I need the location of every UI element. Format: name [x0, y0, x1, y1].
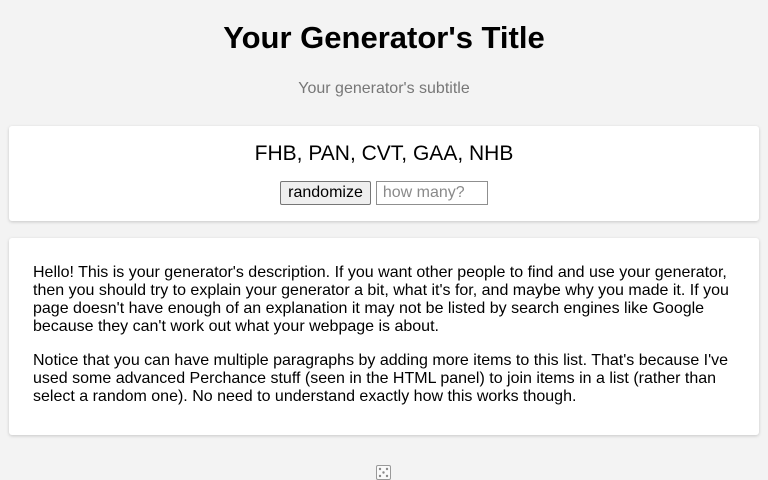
description-paragraph: Notice that you can have multiple paragr…	[33, 352, 729, 405]
dice-icon[interactable]	[376, 465, 391, 480]
page: Your Generator's Title Your generator's …	[0, 0, 768, 480]
output-card: FHB, PAN, CVT, GAA, NHB randomize	[9, 126, 759, 221]
generator-controls: randomize	[9, 181, 759, 205]
randomize-button[interactable]: randomize	[280, 181, 371, 205]
page-title: Your Generator's Title	[223, 20, 545, 55]
description-paragraph: Hello! This is your generator's descript…	[33, 264, 729, 335]
how-many-input[interactable]	[375, 181, 488, 205]
description-card: Hello! This is your generator's descript…	[9, 238, 759, 435]
page-subtitle: Your generator's subtitle	[298, 80, 470, 97]
generated-output: FHB, PAN, CVT, GAA, NHB	[254, 142, 514, 165]
